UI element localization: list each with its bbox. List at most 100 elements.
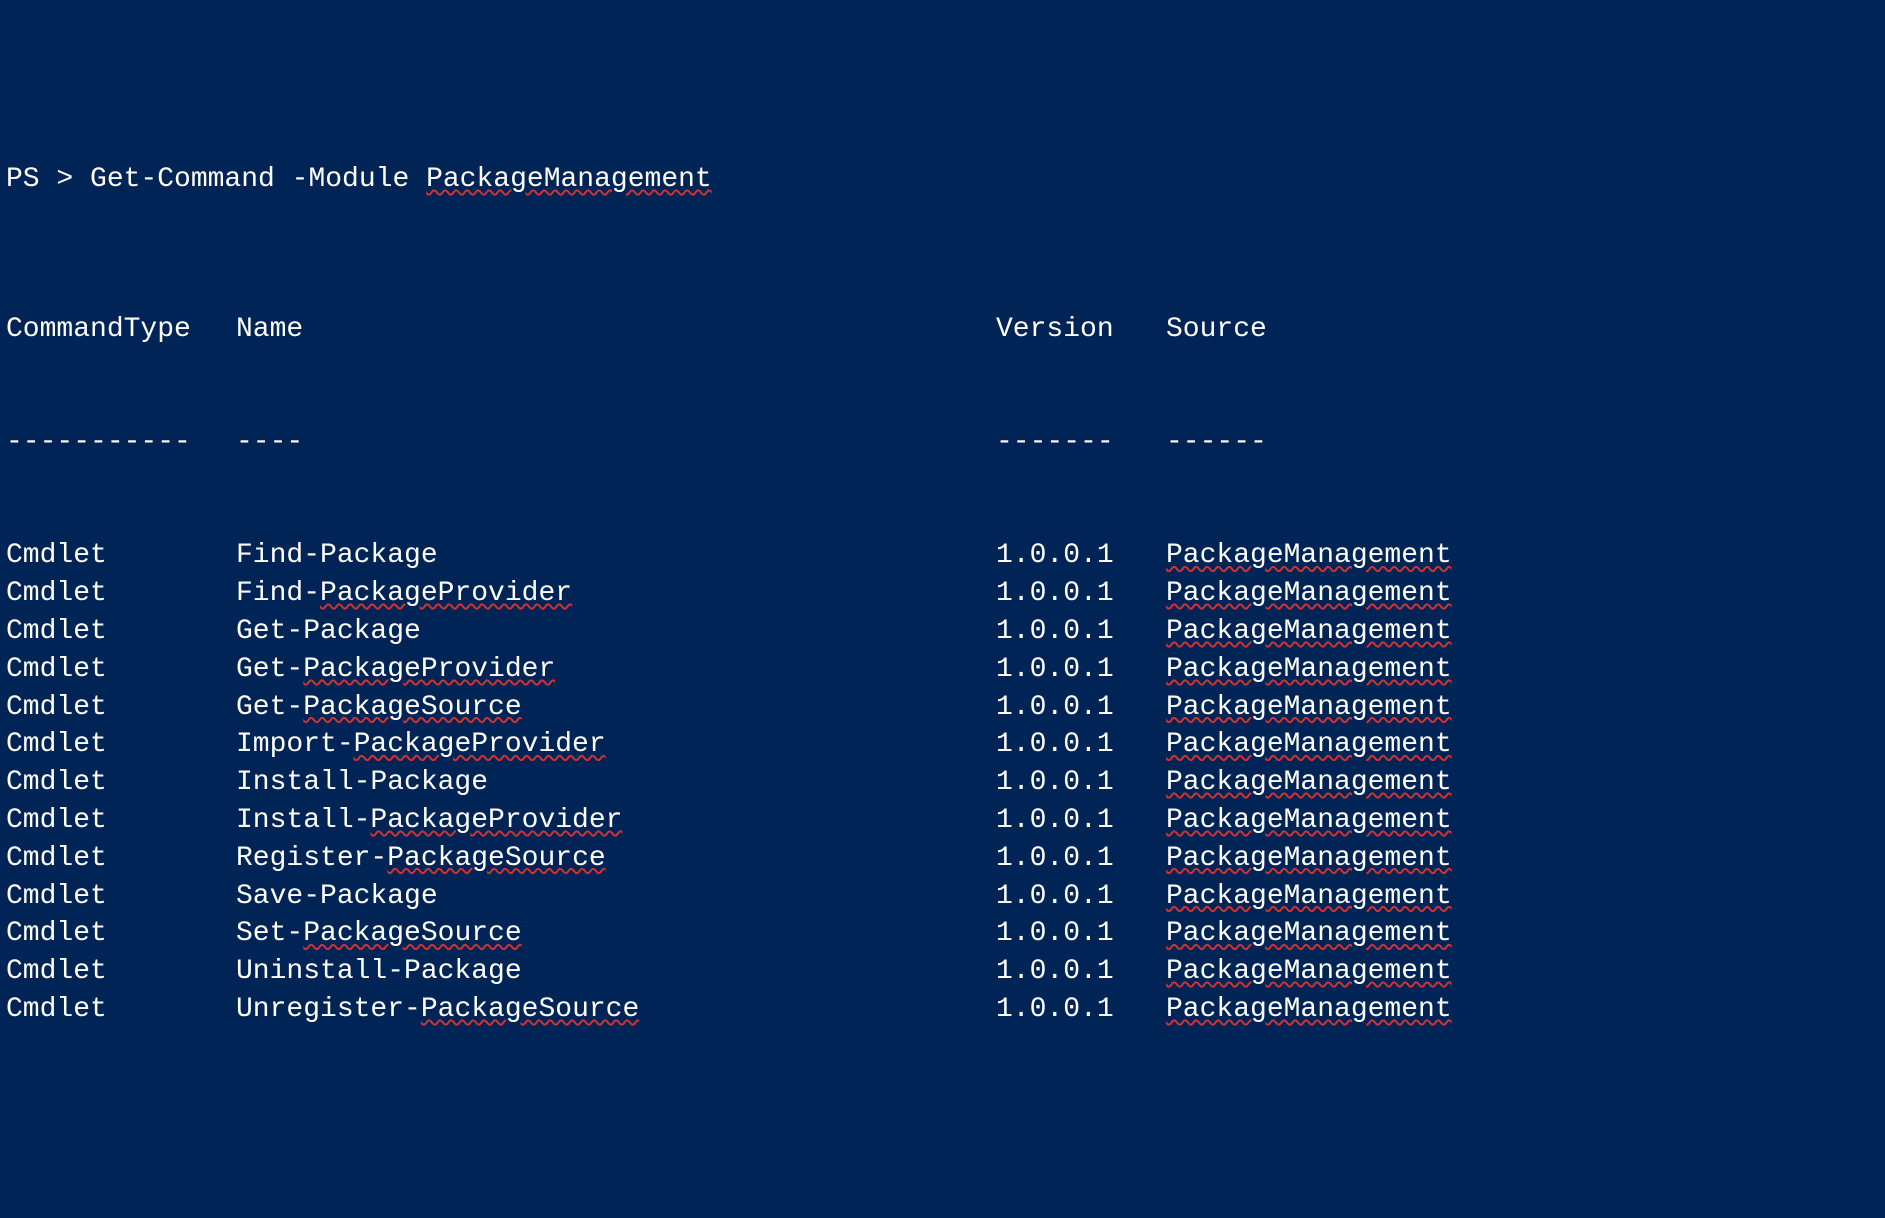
cell-source: PackageManagement (1166, 991, 1452, 1029)
cell-name: Unregister-PackageSource (236, 991, 996, 1029)
cell-source: PackageManagement (1166, 953, 1452, 991)
cell-source-text: PackageManagement (1166, 578, 1452, 609)
cell-name-plain: Install- (236, 805, 370, 836)
cell-commandtype: Cmdlet (6, 991, 236, 1029)
prompt-arg: PackageManagement (426, 164, 712, 195)
cell-source-text: PackageManagement (1166, 805, 1452, 836)
cell-commandtype: Cmdlet (6, 651, 236, 689)
cell-name-plain: Set- (236, 918, 303, 949)
table-row: CmdletGet-PackageProvider1.0.0.1PackageM… (6, 651, 1879, 689)
dash-row: ----------- ---- ------- ------ (6, 424, 1879, 462)
dash-version: ------- (996, 424, 1166, 462)
prompt-line: PS > Get-Command -Module PackageManageme… (6, 161, 1879, 199)
dash-source: ------ (1166, 424, 1267, 462)
cell-name: Find-Package (236, 537, 996, 575)
cell-version: 1.0.0.1 (996, 575, 1166, 613)
cell-source-text: PackageManagement (1166, 956, 1452, 987)
header-source: Source (1166, 311, 1267, 349)
cell-source-text: PackageManagement (1166, 918, 1452, 949)
table-row: CmdletImport-PackageProvider1.0.0.1Packa… (6, 726, 1879, 764)
cell-source-text: PackageManagement (1166, 654, 1452, 685)
cell-commandtype: Cmdlet (6, 764, 236, 802)
table-row: CmdletUninstall-Package1.0.0.1PackageMan… (6, 953, 1879, 991)
cell-source-text: PackageManagement (1166, 881, 1452, 912)
cell-version: 1.0.0.1 (996, 991, 1166, 1029)
cell-name: Install-Package (236, 764, 996, 802)
cell-version: 1.0.0.1 (996, 613, 1166, 651)
header-version: Version (996, 311, 1166, 349)
cell-version: 1.0.0.1 (996, 915, 1166, 953)
cell-source: PackageManagement (1166, 537, 1452, 575)
cell-source-text: PackageManagement (1166, 767, 1452, 798)
cell-version: 1.0.0.1 (996, 953, 1166, 991)
cell-name-plain: Get- (236, 654, 303, 685)
cell-commandtype: Cmdlet (6, 878, 236, 916)
table-row: CmdletRegister-PackageSource1.0.0.1Packa… (6, 840, 1879, 878)
cell-name: Get-PackageSource (236, 689, 996, 727)
cell-source-text: PackageManagement (1166, 994, 1452, 1025)
cell-source-text: PackageManagement (1166, 843, 1452, 874)
cell-name-squiggle: PackageSource (421, 994, 639, 1025)
cell-commandtype: Cmdlet (6, 689, 236, 727)
cell-source: PackageManagement (1166, 575, 1452, 613)
cell-name: Register-PackageSource (236, 840, 996, 878)
cell-name: Import-PackageProvider (236, 726, 996, 764)
cell-source-text: PackageManagement (1166, 540, 1452, 571)
cell-name-plain: Uninstall-Package (236, 956, 522, 987)
table-row: CmdletSet-PackageSource1.0.0.1PackageMan… (6, 915, 1879, 953)
table-row: CmdletUnregister-PackageSource1.0.0.1Pac… (6, 991, 1879, 1029)
cell-commandtype: Cmdlet (6, 537, 236, 575)
cell-version: 1.0.0.1 (996, 537, 1166, 575)
prompt-prefix: PS > Get-Command -Module (6, 164, 426, 195)
table-row: CmdletGet-PackageSource1.0.0.1PackageMan… (6, 689, 1879, 727)
table-row: CmdletInstall-Package1.0.0.1PackageManag… (6, 764, 1879, 802)
cell-source: PackageManagement (1166, 840, 1452, 878)
cell-source-text: PackageManagement (1166, 729, 1452, 760)
cell-commandtype: Cmdlet (6, 575, 236, 613)
cell-version: 1.0.0.1 (996, 726, 1166, 764)
cell-name-squiggle: PackageSource (387, 843, 605, 874)
cell-source: PackageManagement (1166, 726, 1452, 764)
cell-name-squiggle: PackageProvider (303, 654, 555, 685)
table-row: CmdletFind-PackageProvider1.0.0.1Package… (6, 575, 1879, 613)
cell-name-squiggle: PackageSource (303, 692, 521, 723)
cell-commandtype: Cmdlet (6, 915, 236, 953)
cell-name-plain: Find-Package (236, 540, 438, 571)
cell-version: 1.0.0.1 (996, 802, 1166, 840)
cell-name: Uninstall-Package (236, 953, 996, 991)
cell-name-squiggle: PackageProvider (354, 729, 606, 760)
cell-version: 1.0.0.1 (996, 689, 1166, 727)
table-row: CmdletInstall-PackageProvider1.0.0.1Pack… (6, 802, 1879, 840)
table-row: CmdletSave-Package1.0.0.1PackageManageme… (6, 878, 1879, 916)
dash-commandtype: ----------- (6, 424, 236, 462)
cell-name-plain: Unregister- (236, 994, 421, 1025)
cell-commandtype: Cmdlet (6, 726, 236, 764)
cell-source: PackageManagement (1166, 802, 1452, 840)
cell-source: PackageManagement (1166, 915, 1452, 953)
cell-name: Save-Package (236, 878, 996, 916)
cell-version: 1.0.0.1 (996, 840, 1166, 878)
cell-source: PackageManagement (1166, 689, 1452, 727)
cell-name-plain: Get-Package (236, 616, 421, 647)
cell-source-text: PackageManagement (1166, 616, 1452, 647)
cell-name-plain: Import- (236, 729, 354, 760)
cell-name-plain: Register- (236, 843, 387, 874)
cell-name: Install-PackageProvider (236, 802, 996, 840)
cell-name-squiggle: PackageProvider (370, 805, 622, 836)
cell-source: PackageManagement (1166, 651, 1452, 689)
header-row: CommandType Name Version Source (6, 311, 1879, 349)
cell-source: PackageManagement (1166, 613, 1452, 651)
header-commandtype: CommandType (6, 311, 236, 349)
dash-name: ---- (236, 424, 996, 462)
cell-commandtype: Cmdlet (6, 840, 236, 878)
table-row: CmdletGet-Package1.0.0.1PackageManagemen… (6, 613, 1879, 651)
cell-source: PackageManagement (1166, 764, 1452, 802)
cell-version: 1.0.0.1 (996, 878, 1166, 916)
cell-source-text: PackageManagement (1166, 692, 1452, 723)
cell-source: PackageManagement (1166, 878, 1452, 916)
cell-name-squiggle: PackageProvider (320, 578, 572, 609)
cell-name-plain: Get- (236, 692, 303, 723)
cell-name: Get-PackageProvider (236, 651, 996, 689)
cell-version: 1.0.0.1 (996, 651, 1166, 689)
cell-commandtype: Cmdlet (6, 802, 236, 840)
